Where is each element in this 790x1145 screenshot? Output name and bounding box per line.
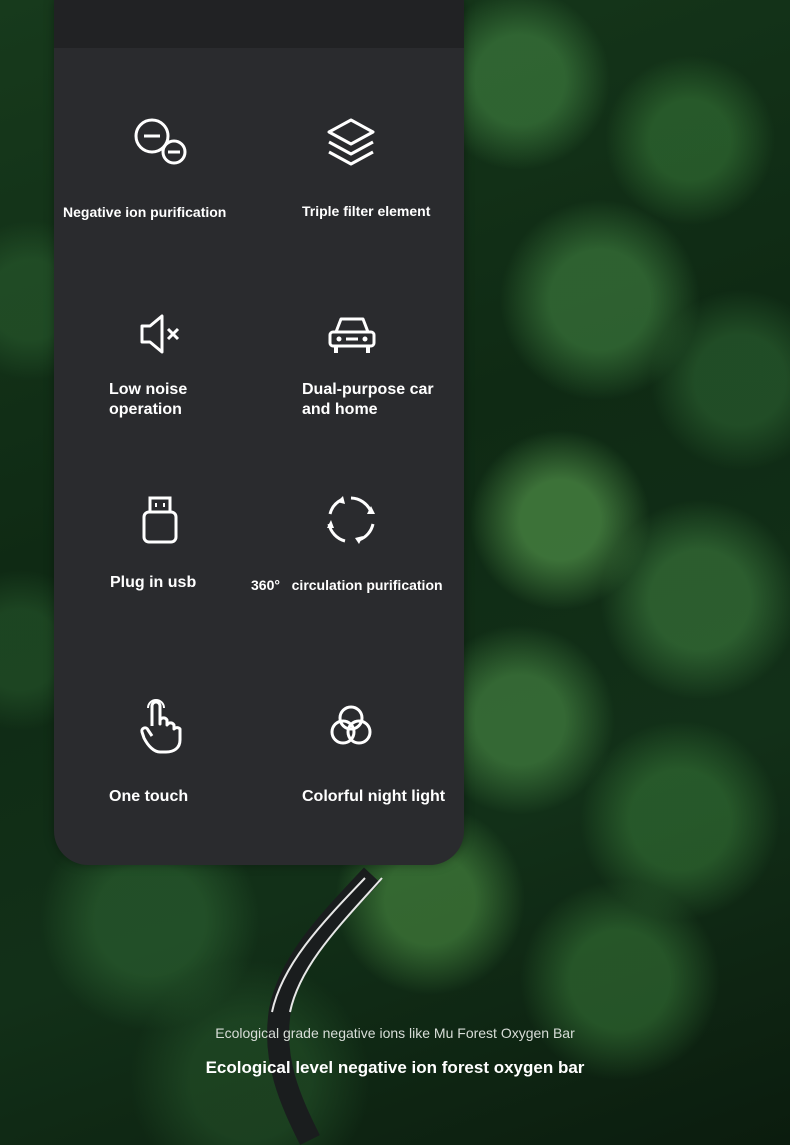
feature-label-low-noise: Low noise operation — [109, 380, 187, 420]
layers-icon — [321, 112, 381, 172]
mute-speaker-icon — [130, 304, 190, 364]
circulation-icon — [321, 490, 381, 550]
feature-label-night-light: Colorful night light — [302, 788, 446, 805]
touch-hand-icon — [130, 696, 190, 756]
circulation-text: circulation purification — [291, 577, 443, 593]
feature-label-triple-filter: Triple filter element — [302, 203, 431, 219]
feature-label-low-noise-line-2: operation — [109, 401, 182, 418]
degree-value: 360° — [251, 577, 280, 593]
feature-label-dual-purpose: Dual-purpose car and home — [302, 380, 434, 420]
feature-label-dual-purpose-line-2: and home — [302, 401, 378, 418]
features-panel — [54, 0, 464, 865]
main-caption: Ecological level negative ion forest oxy… — [205, 1058, 585, 1077]
feature-label-low-noise-line-1: Low noise — [109, 381, 188, 398]
feature-label-usb: Plug in usb — [110, 574, 197, 591]
panel-header-strip — [54, 0, 464, 48]
feature-label-negative-ion: Negative ion purification — [63, 204, 227, 220]
car-icon — [322, 304, 382, 364]
color-circles-icon — [321, 696, 381, 756]
minus-circles-icon — [130, 112, 190, 172]
feature-label-360: 360° circulation purification — [251, 575, 443, 595]
sub-caption: Ecological grade negative ions like Mu F… — [215, 1025, 575, 1041]
usb-icon — [130, 490, 190, 550]
feature-label-dual-purpose-line-1: Dual-purpose car — [302, 381, 434, 398]
feature-label-one-touch: One touch — [109, 788, 189, 805]
